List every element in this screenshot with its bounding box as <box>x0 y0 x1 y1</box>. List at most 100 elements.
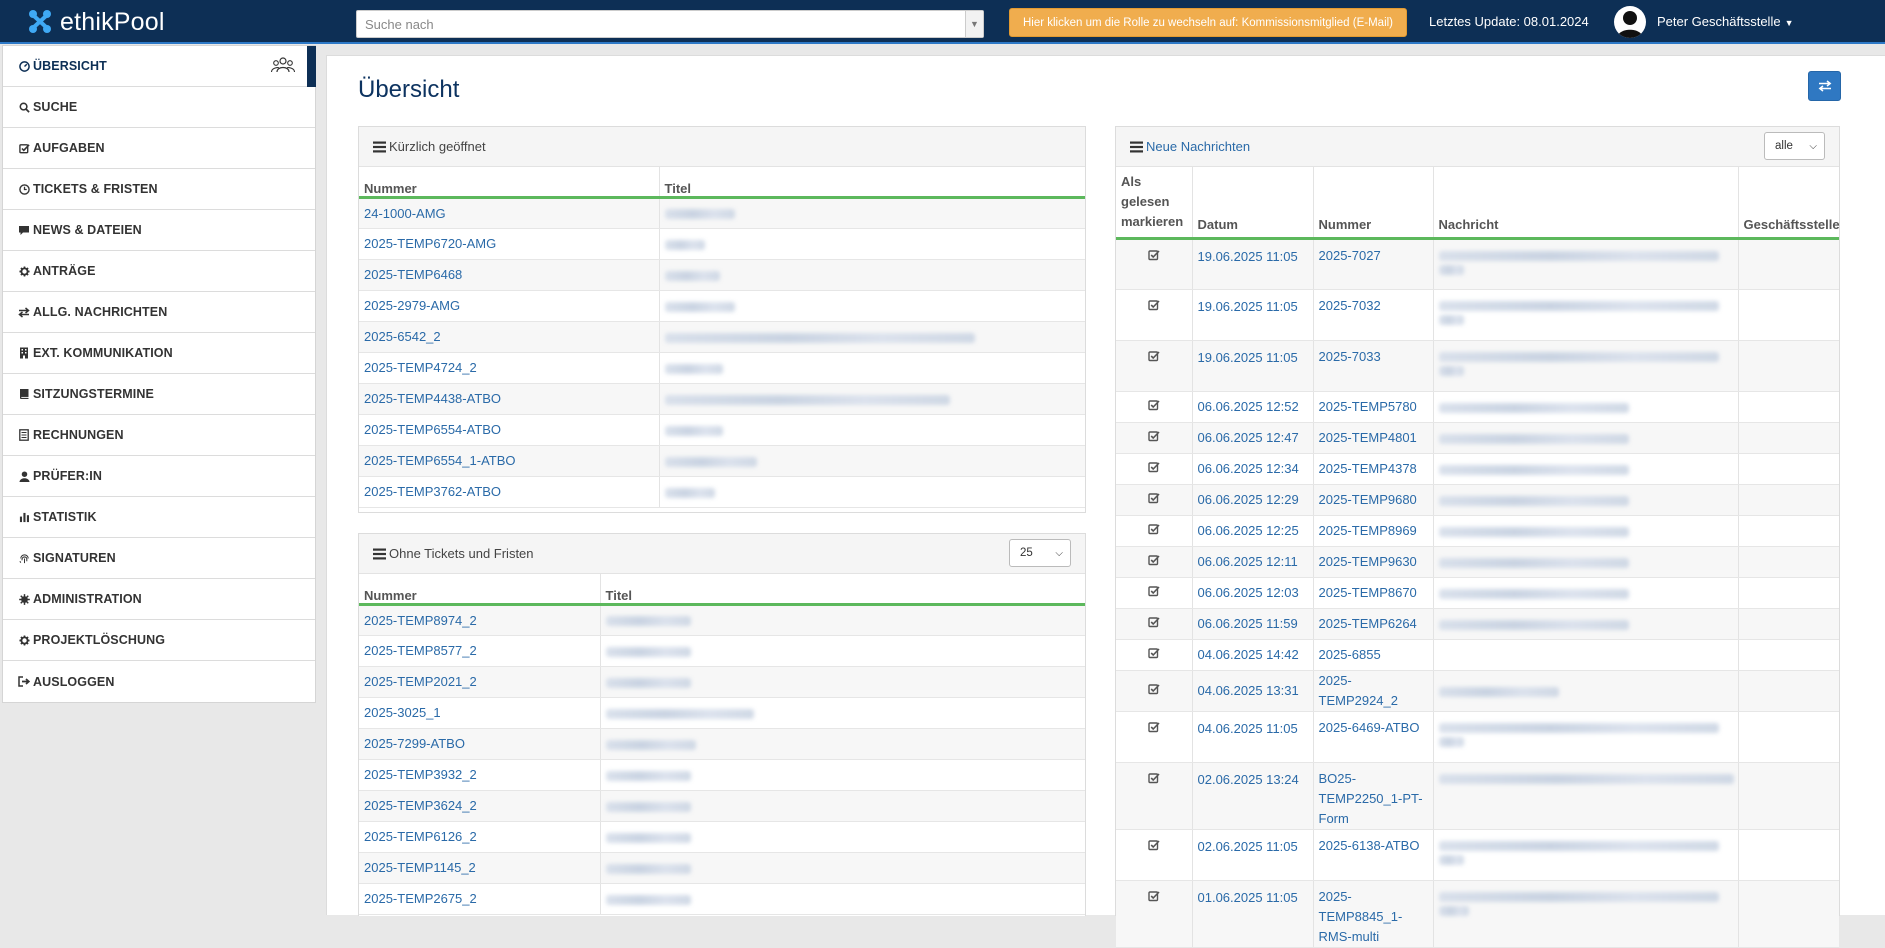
project-number-link[interactable]: 2025-TEMP6720-AMG <box>359 228 659 260</box>
sidebar-item-news-dateien[interactable]: NEWS & DATEIEN <box>3 210 315 251</box>
sidebar-item-uebersicht[interactable]: ÜBERSICHT <box>3 46 316 87</box>
table-row[interactable]: 2025-TEMP1145_2 <box>359 852 1085 884</box>
table-row[interactable]: 06.06.2025 12:11 2025-TEMP9630 <box>1116 546 1839 578</box>
sidebar-item-pruefer[interactable]: PRÜFER:IN <box>3 456 315 497</box>
search-input[interactable] <box>357 11 957 37</box>
mark-read-checkbox-icon[interactable] <box>1116 515 1192 547</box>
message-date[interactable]: 04.06.2025 13:31 <box>1191 670 1313 712</box>
table-row[interactable]: 2025-2979-AMG <box>359 290 1085 322</box>
table-row[interactable]: 24-1000-AMG <box>359 197 1085 229</box>
message-date[interactable]: 19.06.2025 11:05 <box>1191 238 1313 290</box>
message-number-link[interactable]: 2025-TEMP4801 <box>1312 422 1433 454</box>
sidebar-item-rechnungen[interactable]: RECHNUNGEN <box>3 415 315 456</box>
group-icon[interactable] <box>271 56 295 74</box>
search-dropdown-icon[interactable]: ▼ <box>965 11 983 37</box>
sidebar-item-tickets-fristen[interactable]: TICKETS & FRISTEN <box>3 169 315 210</box>
mark-read-checkbox-icon[interactable] <box>1116 829 1192 881</box>
table-row[interactable]: 06.06.2025 12:03 2025-TEMP8670 <box>1116 577 1839 609</box>
messages-filter-select[interactable]: alle ⌵ <box>1764 132 1825 160</box>
mark-read-checkbox-icon[interactable] <box>1116 762 1192 830</box>
table-row[interactable]: 19.06.2025 11:05 2025-7033 <box>1116 340 1839 392</box>
project-number-link[interactable]: 2025-TEMP8974_2 <box>359 604 600 636</box>
search-box[interactable]: ▼ <box>356 10 984 38</box>
table-row[interactable]: 2025-TEMP3624_2 <box>359 790 1085 822</box>
project-number-link[interactable]: 2025-TEMP4438-ATBO <box>359 383 659 415</box>
table-row[interactable]: 2025-TEMP6554-ATBO <box>359 414 1085 446</box>
message-number-link[interactable]: 2025-TEMP8845_1-RMS-multi <box>1312 880 1433 948</box>
sidebar-item-signaturen[interactable]: SIGNATUREN <box>3 538 315 579</box>
message-date[interactable]: 06.06.2025 12:47 <box>1191 422 1313 454</box>
table-row[interactable]: 2025-TEMP8577_2 <box>359 635 1085 667</box>
mark-read-checkbox-icon[interactable] <box>1116 391 1192 423</box>
sidebar-item-antraege[interactable]: ANTRÄGE <box>3 251 315 292</box>
project-number-link[interactable]: 2025-TEMP8577_2 <box>359 635 600 667</box>
project-number-link[interactable]: 2025-6542_2 <box>359 321 659 353</box>
role-switch-button[interactable]: Hier klicken um die Rolle zu wechseln au… <box>1009 8 1407 37</box>
message-number-link[interactable]: 2025-7033 <box>1312 340 1433 392</box>
column-header[interactable]: Als gelesen markieren <box>1116 167 1192 240</box>
mark-read-checkbox-icon[interactable] <box>1116 422 1192 454</box>
message-date[interactable]: 06.06.2025 12:29 <box>1191 484 1313 516</box>
sidebar-item-ext-kommunikation[interactable]: EXT. KOMMUNIKATION <box>3 333 315 374</box>
project-number-link[interactable]: 2025-TEMP3762-ATBO <box>359 476 659 508</box>
mark-read-checkbox-icon[interactable] <box>1116 670 1192 712</box>
project-number-link[interactable]: 2025-7299-ATBO <box>359 728 600 760</box>
table-row[interactable]: 06.06.2025 11:59 2025-TEMP6264 <box>1116 608 1839 640</box>
message-number-link[interactable]: 2025-TEMP8969 <box>1312 515 1433 547</box>
mark-read-checkbox-icon[interactable] <box>1116 340 1192 392</box>
table-row[interactable]: 2025-TEMP3932_2 <box>359 759 1085 791</box>
message-date[interactable]: 04.06.2025 11:05 <box>1191 711 1313 763</box>
message-date[interactable]: 02.06.2025 11:05 <box>1191 829 1313 881</box>
project-number-link[interactable]: 2025-TEMP6468 <box>359 259 659 291</box>
table-row[interactable]: 19.06.2025 11:05 2025-7032 <box>1116 289 1839 341</box>
table-row[interactable]: 2025-TEMP6554_1-ATBO <box>359 445 1085 477</box>
table-row[interactable]: 02.06.2025 13:24 BO25-TEMP2250_1-PT-Form <box>1116 762 1839 830</box>
toggle-layout-button[interactable] <box>1808 71 1841 101</box>
message-date[interactable]: 02.06.2025 13:24 <box>1191 762 1313 830</box>
message-date[interactable]: 06.06.2025 12:52 <box>1191 391 1313 423</box>
user-menu[interactable]: Peter Geschäftsstelle ▼ <box>1657 14 1793 29</box>
page-size-select[interactable]: 25 ⌵ <box>1009 539 1071 567</box>
project-number-link[interactable]: 2025-TEMP6554_1-ATBO <box>359 445 659 477</box>
message-number-link[interactable]: 2025-TEMP9630 <box>1312 546 1433 578</box>
mark-read-checkbox-icon[interactable] <box>1116 880 1192 948</box>
table-row[interactable]: 02.06.2025 11:05 2025-6138-ATBO <box>1116 829 1839 881</box>
table-row[interactable]: 2025-6542_2 <box>359 321 1085 353</box>
message-number-link[interactable]: 2025-6469-ATBO <box>1312 711 1433 763</box>
table-row[interactable]: 2025-3025_1 <box>359 697 1085 729</box>
column-header[interactable]: Nummer <box>359 574 600 606</box>
message-date[interactable]: 06.06.2025 12:03 <box>1191 577 1313 609</box>
project-number-link[interactable]: 2025-TEMP3932_2 <box>359 759 600 791</box>
message-number-link[interactable]: 2025-7027 <box>1312 238 1433 290</box>
message-date[interactable]: 04.06.2025 14:42 <box>1191 639 1313 671</box>
table-row[interactable]: 06.06.2025 12:34 2025-TEMP4378 <box>1116 453 1839 485</box>
project-number-link[interactable]: 2025-TEMP6126_2 <box>359 821 600 853</box>
table-row[interactable]: 01.06.2025 11:05 2025-TEMP8845_1-RMS-mul… <box>1116 880 1839 948</box>
project-number-link[interactable]: 2025-2979-AMG <box>359 290 659 322</box>
message-date[interactable]: 19.06.2025 11:05 <box>1191 289 1313 341</box>
table-row[interactable]: 06.06.2025 12:52 2025-TEMP5780 <box>1116 391 1839 423</box>
table-row[interactable]: 2025-TEMP4438-ATBO <box>359 383 1085 415</box>
table-row[interactable]: 2025-TEMP6468 <box>359 259 1085 291</box>
table-row[interactable]: 2025-TEMP8974_2 <box>359 604 1085 636</box>
column-header[interactable]: Titel <box>658 167 1085 199</box>
project-number-link[interactable]: 2025-TEMP2021_2 <box>359 666 600 698</box>
sidebar-item-administration[interactable]: ADMINISTRATION <box>3 579 315 620</box>
table-row[interactable]: 06.06.2025 12:29 2025-TEMP9680 <box>1116 484 1839 516</box>
column-header[interactable]: Nummer <box>359 167 659 199</box>
mark-read-checkbox-icon[interactable] <box>1116 577 1192 609</box>
sidebar-item-ausloggen[interactable]: AUSLOGGEN <box>3 661 315 702</box>
project-number-link[interactable]: 2025-TEMP1145_2 <box>359 852 600 884</box>
message-number-link[interactable]: 2025-TEMP6264 <box>1312 608 1433 640</box>
table-row[interactable]: 2025-7299-ATBO <box>359 728 1085 760</box>
brand[interactable]: ethikPool <box>26 6 165 38</box>
table-row[interactable]: 2025-TEMP3762-ATBO <box>359 476 1085 508</box>
message-date[interactable]: 06.06.2025 12:11 <box>1191 546 1313 578</box>
project-number-link[interactable]: 24-1000-AMG <box>359 197 659 229</box>
message-number-link[interactable]: 2025-6855 <box>1312 639 1433 671</box>
sidebar-item-sitzungstermine[interactable]: SITZUNGSTERMINE <box>3 374 315 415</box>
sidebar-item-projektloeschung[interactable]: PROJEKTLÖSCHUNG <box>3 620 315 661</box>
message-number-link[interactable]: 2025-TEMP2924_2 <box>1312 670 1433 712</box>
message-number-link[interactable]: 2025-TEMP8670 <box>1312 577 1433 609</box>
table-row[interactable]: 04.06.2025 11:05 2025-6469-ATBO <box>1116 711 1839 763</box>
